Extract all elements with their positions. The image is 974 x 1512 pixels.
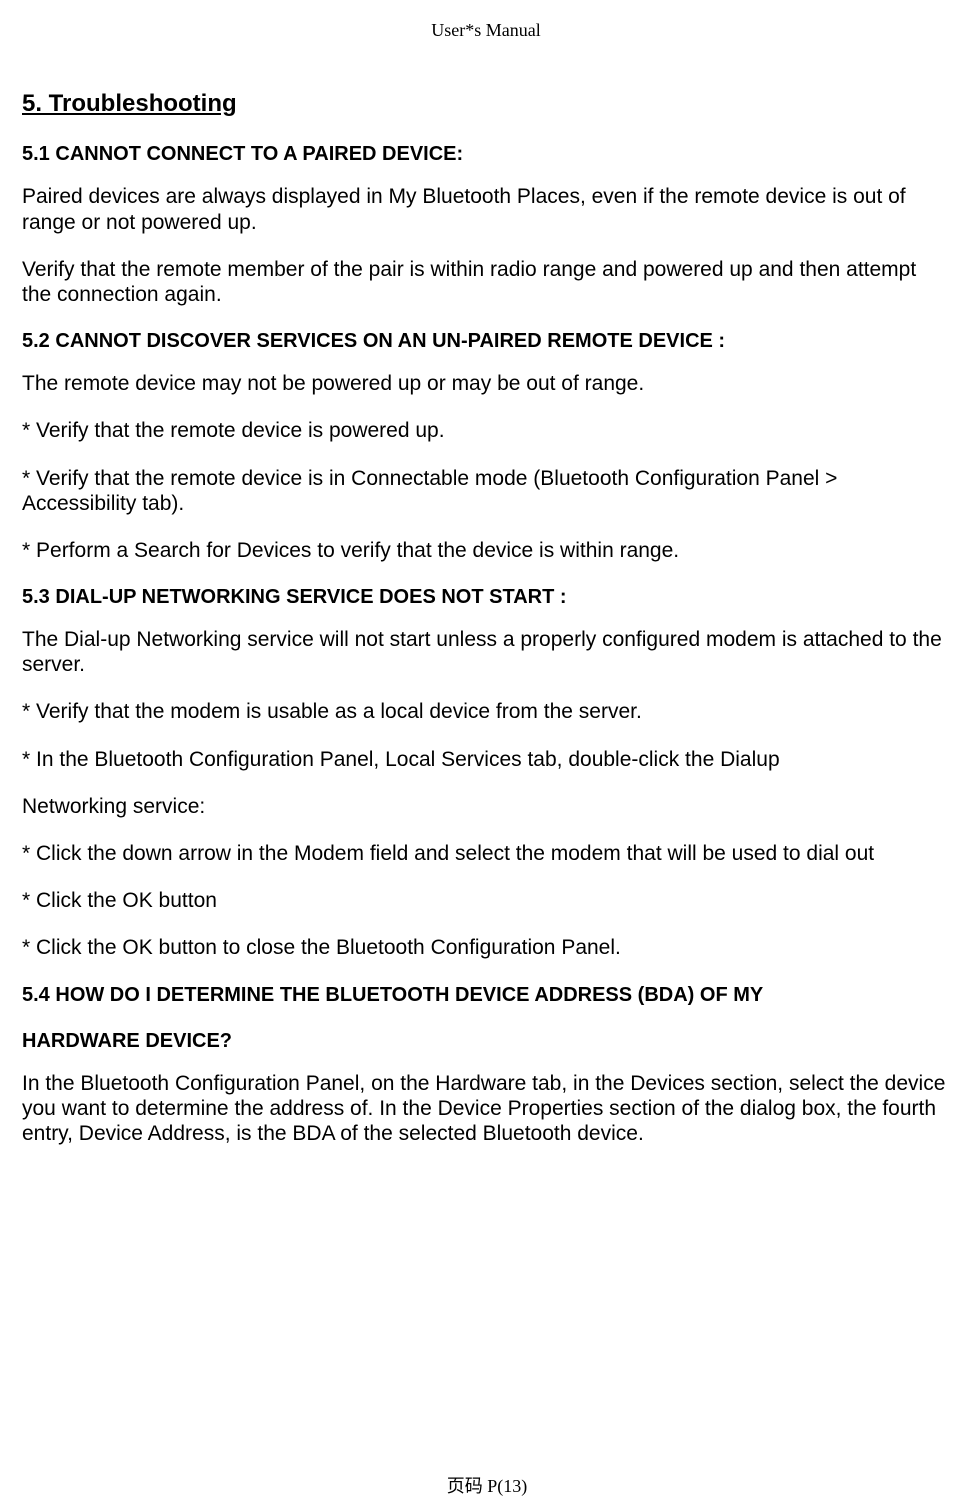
heading-part: (BDA) (638, 984, 695, 1006)
list-item: * Verify that the remote device is in Co… (22, 466, 950, 516)
list-item: * Verify that the remote device is power… (22, 418, 950, 443)
heading-lead: 5.4 H (22, 984, 70, 1006)
heading-part: B (325, 984, 339, 1006)
paragraph: In the Bluetooth Configuration Panel, on… (22, 1071, 950, 1147)
list-item: * Click the down arrow in the Modem fiel… (22, 841, 950, 866)
heading-part: LUETOOTH (340, 984, 455, 1006)
list-item: * In the Bluetooth Configuration Panel, … (22, 747, 950, 772)
page-header: User*s Manual (22, 20, 950, 42)
heading-rest: ANNOT DISCOVER SERVICES ON AN UN-PAIRED … (70, 330, 725, 352)
subsection-5-3-heading: 5.3 DIAL-UP NETWORKING SERVICE DOES NOT … (22, 585, 950, 609)
list-item: * Click the OK button (22, 888, 950, 913)
heading-rest: ETWORKING SERVICE DOES NOT START : (156, 586, 566, 608)
paragraph: Paired devices are always displayed in M… (22, 184, 950, 234)
heading-part: DETERMINE THE (151, 984, 325, 1006)
page-footer: 页码 P(13) (0, 1476, 974, 1498)
list-item: * Perform a Search for Devices to verify… (22, 538, 950, 563)
heading-lead: 5.2 C (22, 330, 70, 352)
heading-part: D (455, 984, 469, 1006)
heading-part: OW DO (70, 984, 146, 1006)
list-item: * Verify that the modem is usable as a l… (22, 699, 950, 724)
subsection-5-1-heading: 5.1 CANNOT CONNECT TO A PAIRED DEVICE: (22, 142, 950, 166)
heading-lead: 5.3 D (22, 586, 70, 608)
heading-rest: ANNOT CONNECT TO A PAIRED DEVICE: (70, 143, 463, 165)
page: User*s Manual 5. Troubleshooting 5.1 CAN… (0, 0, 974, 1512)
paragraph: Verify that the remote member of the pai… (22, 257, 950, 307)
heading-part: DDRESS (549, 984, 638, 1006)
heading-part: IAL-UP (70, 586, 142, 608)
subsection-5-2-heading: 5.2 CANNOT DISCOVER SERVICES ON AN UN-PA… (22, 329, 950, 353)
paragraph: Networking service: (22, 794, 950, 819)
section-title: 5. Troubleshooting (22, 90, 950, 119)
paragraph: The Dial-up Networking service will not … (22, 627, 950, 677)
heading-part: OF MY (694, 984, 763, 1006)
heading-part: N (142, 586, 156, 608)
subsection-5-4-heading-line2: HARDWARE DEVICE? (22, 1029, 950, 1053)
subsection-5-4-heading-line1: 5.4 HOW DO I DETERMINE THE BLUETOOTH DEV… (22, 983, 950, 1007)
list-item: * Click the OK button to close the Bluet… (22, 935, 950, 960)
heading-lead: 5.1 C (22, 143, 70, 165)
heading-part: EVICE (469, 984, 534, 1006)
heading-part: A (534, 984, 548, 1006)
paragraph: The remote device may not be powered up … (22, 371, 950, 396)
